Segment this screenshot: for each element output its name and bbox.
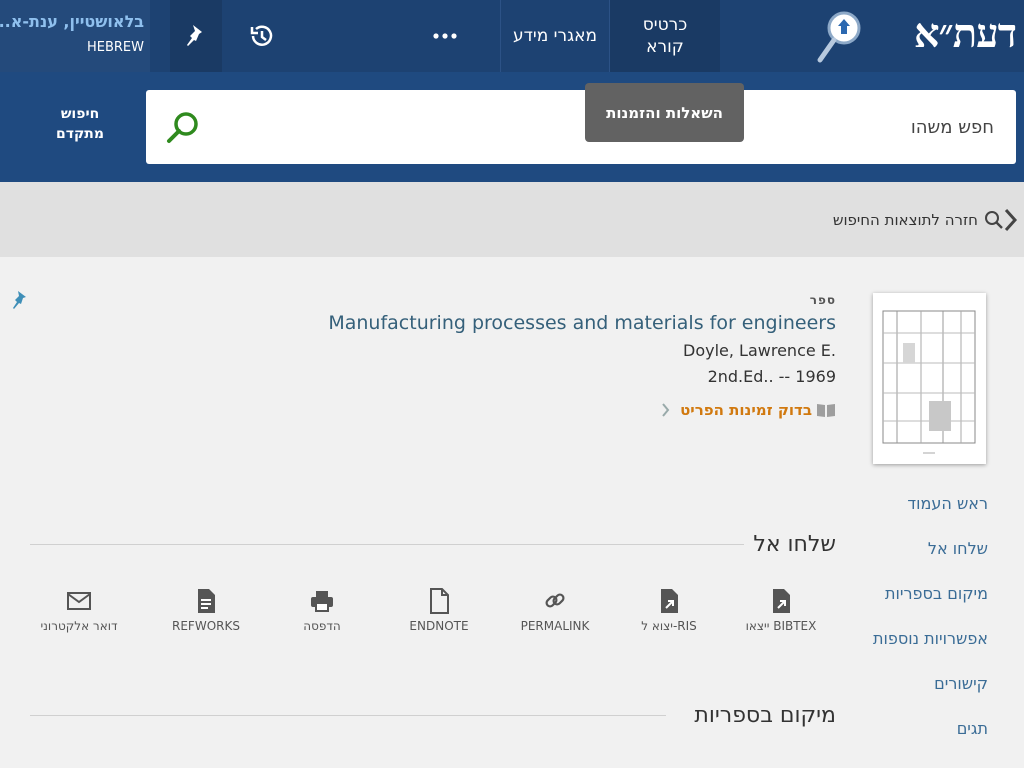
tab-databases-label: מאגרי מידע: [513, 26, 597, 46]
export-bibtex-button[interactable]: ייצאו BIBTEX: [726, 588, 836, 638]
print-label: הדפסה: [303, 619, 341, 633]
document-icon: [430, 588, 449, 614]
export-ris-label: יצוא ל-RIS: [641, 619, 697, 633]
logo[interactable]: דעת״א: [816, 6, 1017, 66]
tooltip-loans-reservations: השאלות והזמנות: [585, 83, 744, 142]
mail-icon: [67, 592, 91, 610]
logo-text: דעת״א: [913, 10, 1017, 57]
endnote-button[interactable]: ENDNOTE: [384, 588, 494, 638]
history-icon[interactable]: [236, 0, 286, 72]
tab-reader-card[interactable]: כרטיס קורא: [610, 0, 720, 72]
chevron-right-icon: [1004, 208, 1018, 232]
export-file-icon: [773, 589, 790, 613]
cover-image: [882, 310, 976, 454]
export-file-icon: [661, 589, 678, 613]
section-divider: [30, 715, 666, 716]
refworks-button[interactable]: REFWORKS: [151, 588, 261, 638]
export-bibtex-label: ייצאו BIBTEX: [745, 619, 817, 633]
sidenav-item-top[interactable]: ראש העמוד: [907, 494, 988, 513]
user-name: בלאושטיין, ענת-א...: [0, 12, 144, 31]
send-to-heading: שלחו אל: [753, 532, 836, 557]
permalink-button[interactable]: PERMALINK: [500, 588, 610, 638]
print-button[interactable]: הדפסה: [267, 588, 377, 638]
link-icon: [545, 593, 565, 608]
book-cover-thumbnail[interactable]: [873, 293, 986, 464]
sidenav-item-tags[interactable]: תגים: [957, 719, 988, 738]
back-to-results-label: חזרה לתוצאות החיפוש: [832, 211, 978, 229]
pin-icon[interactable]: [170, 0, 222, 72]
search-band: חיפוש מתקדם: [0, 72, 1024, 182]
refworks-icon: [198, 589, 215, 613]
sidenav-item-links[interactable]: קישורים: [934, 674, 988, 693]
record-author: Doyle, Lawrence E.: [683, 341, 836, 360]
sidenav-item-send-to[interactable]: שלחו אל: [928, 539, 988, 558]
advanced-search-link[interactable]: חיפוש מתקדם: [40, 104, 120, 144]
more-icon[interactable]: [420, 0, 470, 72]
back-to-results-link[interactable]: חזרה לתוצאות החיפוש: [833, 208, 1018, 232]
email-label: דואר אלקטרוני: [40, 619, 118, 633]
language-selector[interactable]: HEBREW: [87, 40, 144, 55]
record-edition: 2nd.Ed.. -- 1969: [707, 367, 836, 386]
chevron-right-icon: [662, 403, 670, 417]
email-button[interactable]: דואר אלקטרוני: [24, 588, 134, 638]
logo-lens-icon: [817, 11, 861, 63]
printer-icon: [311, 591, 333, 612]
endnote-label: ENDNOTE: [409, 619, 469, 633]
record-type: ספר: [809, 293, 836, 307]
check-availability-label: בדוק זמינות הפריט: [680, 401, 812, 419]
locations-heading: מיקום בספריות: [694, 703, 836, 728]
sidenav-item-more-options[interactable]: אפשרויות נוספות: [873, 629, 988, 648]
pin-icon[interactable]: [10, 290, 30, 310]
back-bar: חזרה לתוצאות החיפוש: [0, 182, 1024, 257]
export-ris-button[interactable]: יצוא ל-RIS: [614, 588, 724, 638]
sidenav-item-locations[interactable]: מיקום בספריות: [885, 584, 988, 603]
record-title-link[interactable]: Manufacturing processes and materials fo…: [328, 312, 836, 334]
top-bar: דעת״א כרטיס קורא מאגרי מידע בלאושטיין, ע…: [0, 0, 1024, 72]
search-icon[interactable]: [164, 108, 204, 148]
permalink-label: PERMALINK: [520, 619, 590, 633]
search-box: [146, 90, 1016, 164]
tab-reader-card-label: כרטיס קורא: [642, 15, 688, 57]
search-icon: [985, 211, 1003, 229]
section-divider: [30, 544, 744, 545]
refworks-label: REFWORKS: [172, 619, 240, 633]
user-menu[interactable]: בלאושטיין, ענת-א... HEBREW: [0, 0, 150, 72]
check-availability-link[interactable]: בדוק זמינות הפריט: [662, 401, 836, 419]
book-open-icon: [817, 404, 835, 417]
tab-databases[interactable]: מאגרי מידע: [500, 0, 610, 72]
